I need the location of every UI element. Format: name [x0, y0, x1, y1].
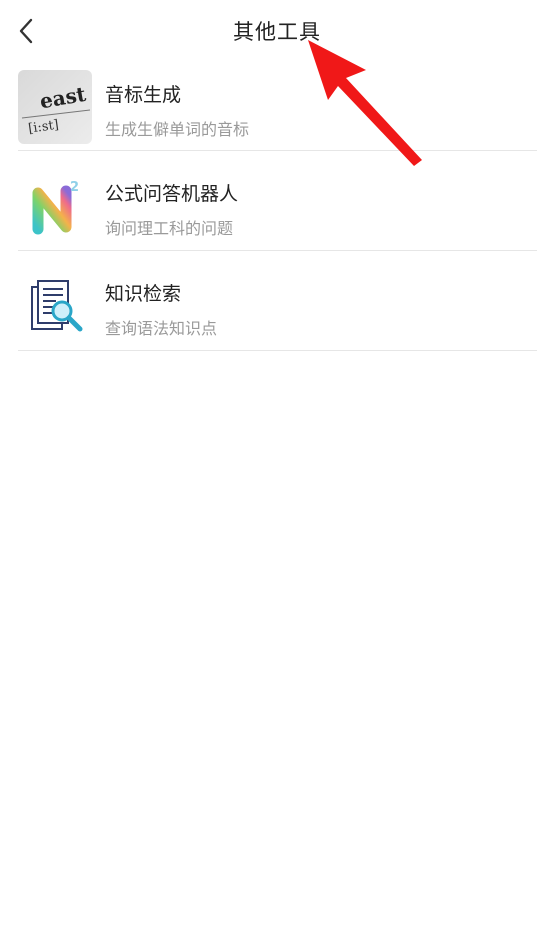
tool-item-formula-bot[interactable]: 2 公式问答机器人 询问理工科的问题 — [18, 151, 537, 251]
page-title: 其他工具 — [233, 20, 321, 44]
tool-description: 查询语法知识点 — [105, 319, 218, 338]
tool-item-knowledge-search[interactable]: 知识检索 查询语法知识点 — [18, 251, 537, 351]
n-squared-logo: 2 — [18, 171, 92, 245]
tool-list: east [i:st] 音标生成 生成生僻单词的音标 2 公式问答机器人 询问理… — [18, 70, 537, 351]
tool-name: 公式问答机器人 — [105, 183, 239, 205]
east-phonetic-thumbnail: east [i:st] — [18, 70, 92, 144]
tool-name: 音标生成 — [105, 84, 182, 106]
tool-name: 知识检索 — [105, 283, 182, 305]
svg-text:2: 2 — [70, 180, 79, 195]
tool-item-phonetic[interactable]: east [i:st] 音标生成 生成生僻单词的音标 — [18, 70, 537, 151]
tool-description: 生成生僻单词的音标 — [105, 120, 250, 139]
document-search-icon — [18, 271, 92, 345]
top-bar: 其他工具 — [0, 0, 554, 62]
tool-description: 询问理工科的问题 — [105, 219, 234, 238]
